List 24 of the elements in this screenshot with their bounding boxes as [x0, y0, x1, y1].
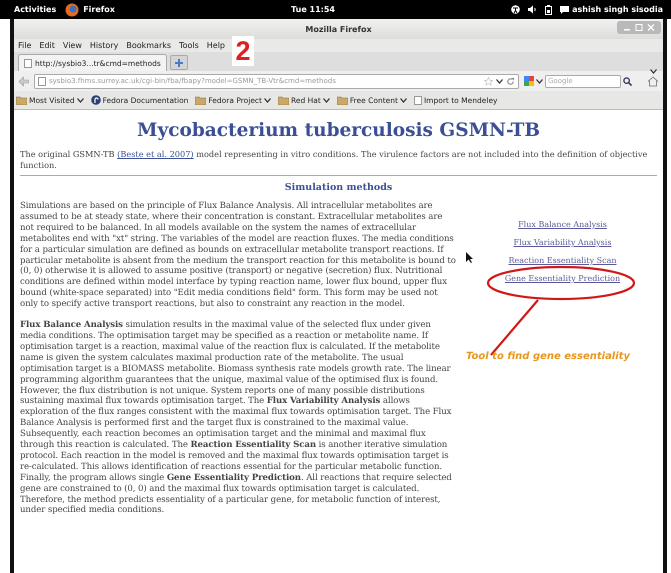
section-title: Simulation methods	[284, 182, 394, 193]
method-link[interactable]: Flux Balance Analysis	[518, 220, 607, 229]
user-menu[interactable]: ashish singh sisodia	[572, 5, 663, 14]
activities-button[interactable]: Activities	[14, 5, 56, 14]
annotation-number: 2	[232, 36, 254, 66]
intro-text: The original GSMN-TB (Beste et al. 2007) model representing in vitro conditions. The virulence factors are not included into the definition of objective function.	[20, 149, 648, 170]
annotation-note: Tool to find gene essentiality	[466, 351, 630, 362]
window-title: Mozilla Firefox	[305, 24, 372, 34]
clock[interactable]: Tue 11:54	[291, 5, 335, 14]
menu-item[interactable]: View	[62, 41, 82, 50]
menu-item[interactable]: File	[18, 41, 32, 50]
method-link[interactable]: Reaction Essentiality Scan	[508, 256, 617, 265]
menu-item[interactable]: Help	[206, 41, 226, 50]
page-title: Mycobacterium tuberculosis GSMN-TB	[136, 120, 541, 141]
app-menu[interactable]: Firefox	[83, 5, 115, 14]
menu-item[interactable]: Tools	[179, 41, 199, 50]
description-paragraph: Flux Balance Analysis simulation results in the maximal value of the selected flux under given media conditions. The optimisation target may be specified as a reaction or metabolite name. If optimisation target is a reaction, maximal value of the reaction flux is calculated. If the metabolite name is given the system calculates maximal production rate of the metabolite. The usual optimisation target is a BIOMASS metabolite. Biomass synthesis rate models growth rate. The linear programming algorithm guarantees that the unique, maximal value of the optimised flux is found. However, the flux distribution is not unique. System reports one of many possible distributions sustaining maximal flux towards optimisation target. The Flux Variability Analysis allows exploration of the flux ranges consistent with the maximal flux towards optimisation target. The Flux Balance Analysis is performed first and the target flux is constrained to the maximal value. Subsequently, each reaction becomes an optimisation target and the minimal and maximal flux through this reaction is calculated. The Reaction Essentiality Scan is another iterative simulation protocol. Each reaction in the model is removed and the maximal flux towards optimisation target is re-calculated. This allows identification of reactions essential for the particular metabolic function. Finally, the program allows single Gene Essentiality Prediction. All reactions that require selected gene are constrained to (0, 0) and the maximal flux towards optimisation target is calculated. Therefore, the method predicts essentiality of a particular gene, for metabolic function of interest, under specified media conditions.	[20, 320, 453, 516]
menu-item[interactable]: Edit	[39, 41, 55, 50]
menu-item[interactable]: History	[90, 41, 118, 50]
description-paragraph: Simulations are based on the principle of Flux Balance Analysis. All intracellular metabolites are assumed to be at steady state, where their concentration is constant. Extracellular metabolites are not required to be balanced. In all models available on the system the names of extracellular metabolites end with "xt" string. The variables of the model are reaction fluxes. The media conditions for a particular simulation are defined as bounds on extracellular metabolite transport reactions. If particular metabolite is absent from the medium the transport reaction for this metabolite is bound to (0, 0) otherwise it is allowed to assume positive (transport) or negative (secretion) flux. Nutritional conditions are defined within model interface by typing reaction name, lower flux bound, upper flux bound (white-space separated) into "Edit media conditions field" form. This form may be used not only to specify active transport reactions, but also to constraint any reaction in the model.	[20, 201, 457, 310]
method-link[interactable]: Gene Essentiality Prediction	[504, 274, 620, 283]
citation-link[interactable]: (Beste et al. 2007)	[117, 149, 194, 159]
menu-item[interactable]: Bookmarks	[126, 41, 172, 50]
method-link[interactable]: Flux Variability Analysis	[514, 238, 612, 247]
